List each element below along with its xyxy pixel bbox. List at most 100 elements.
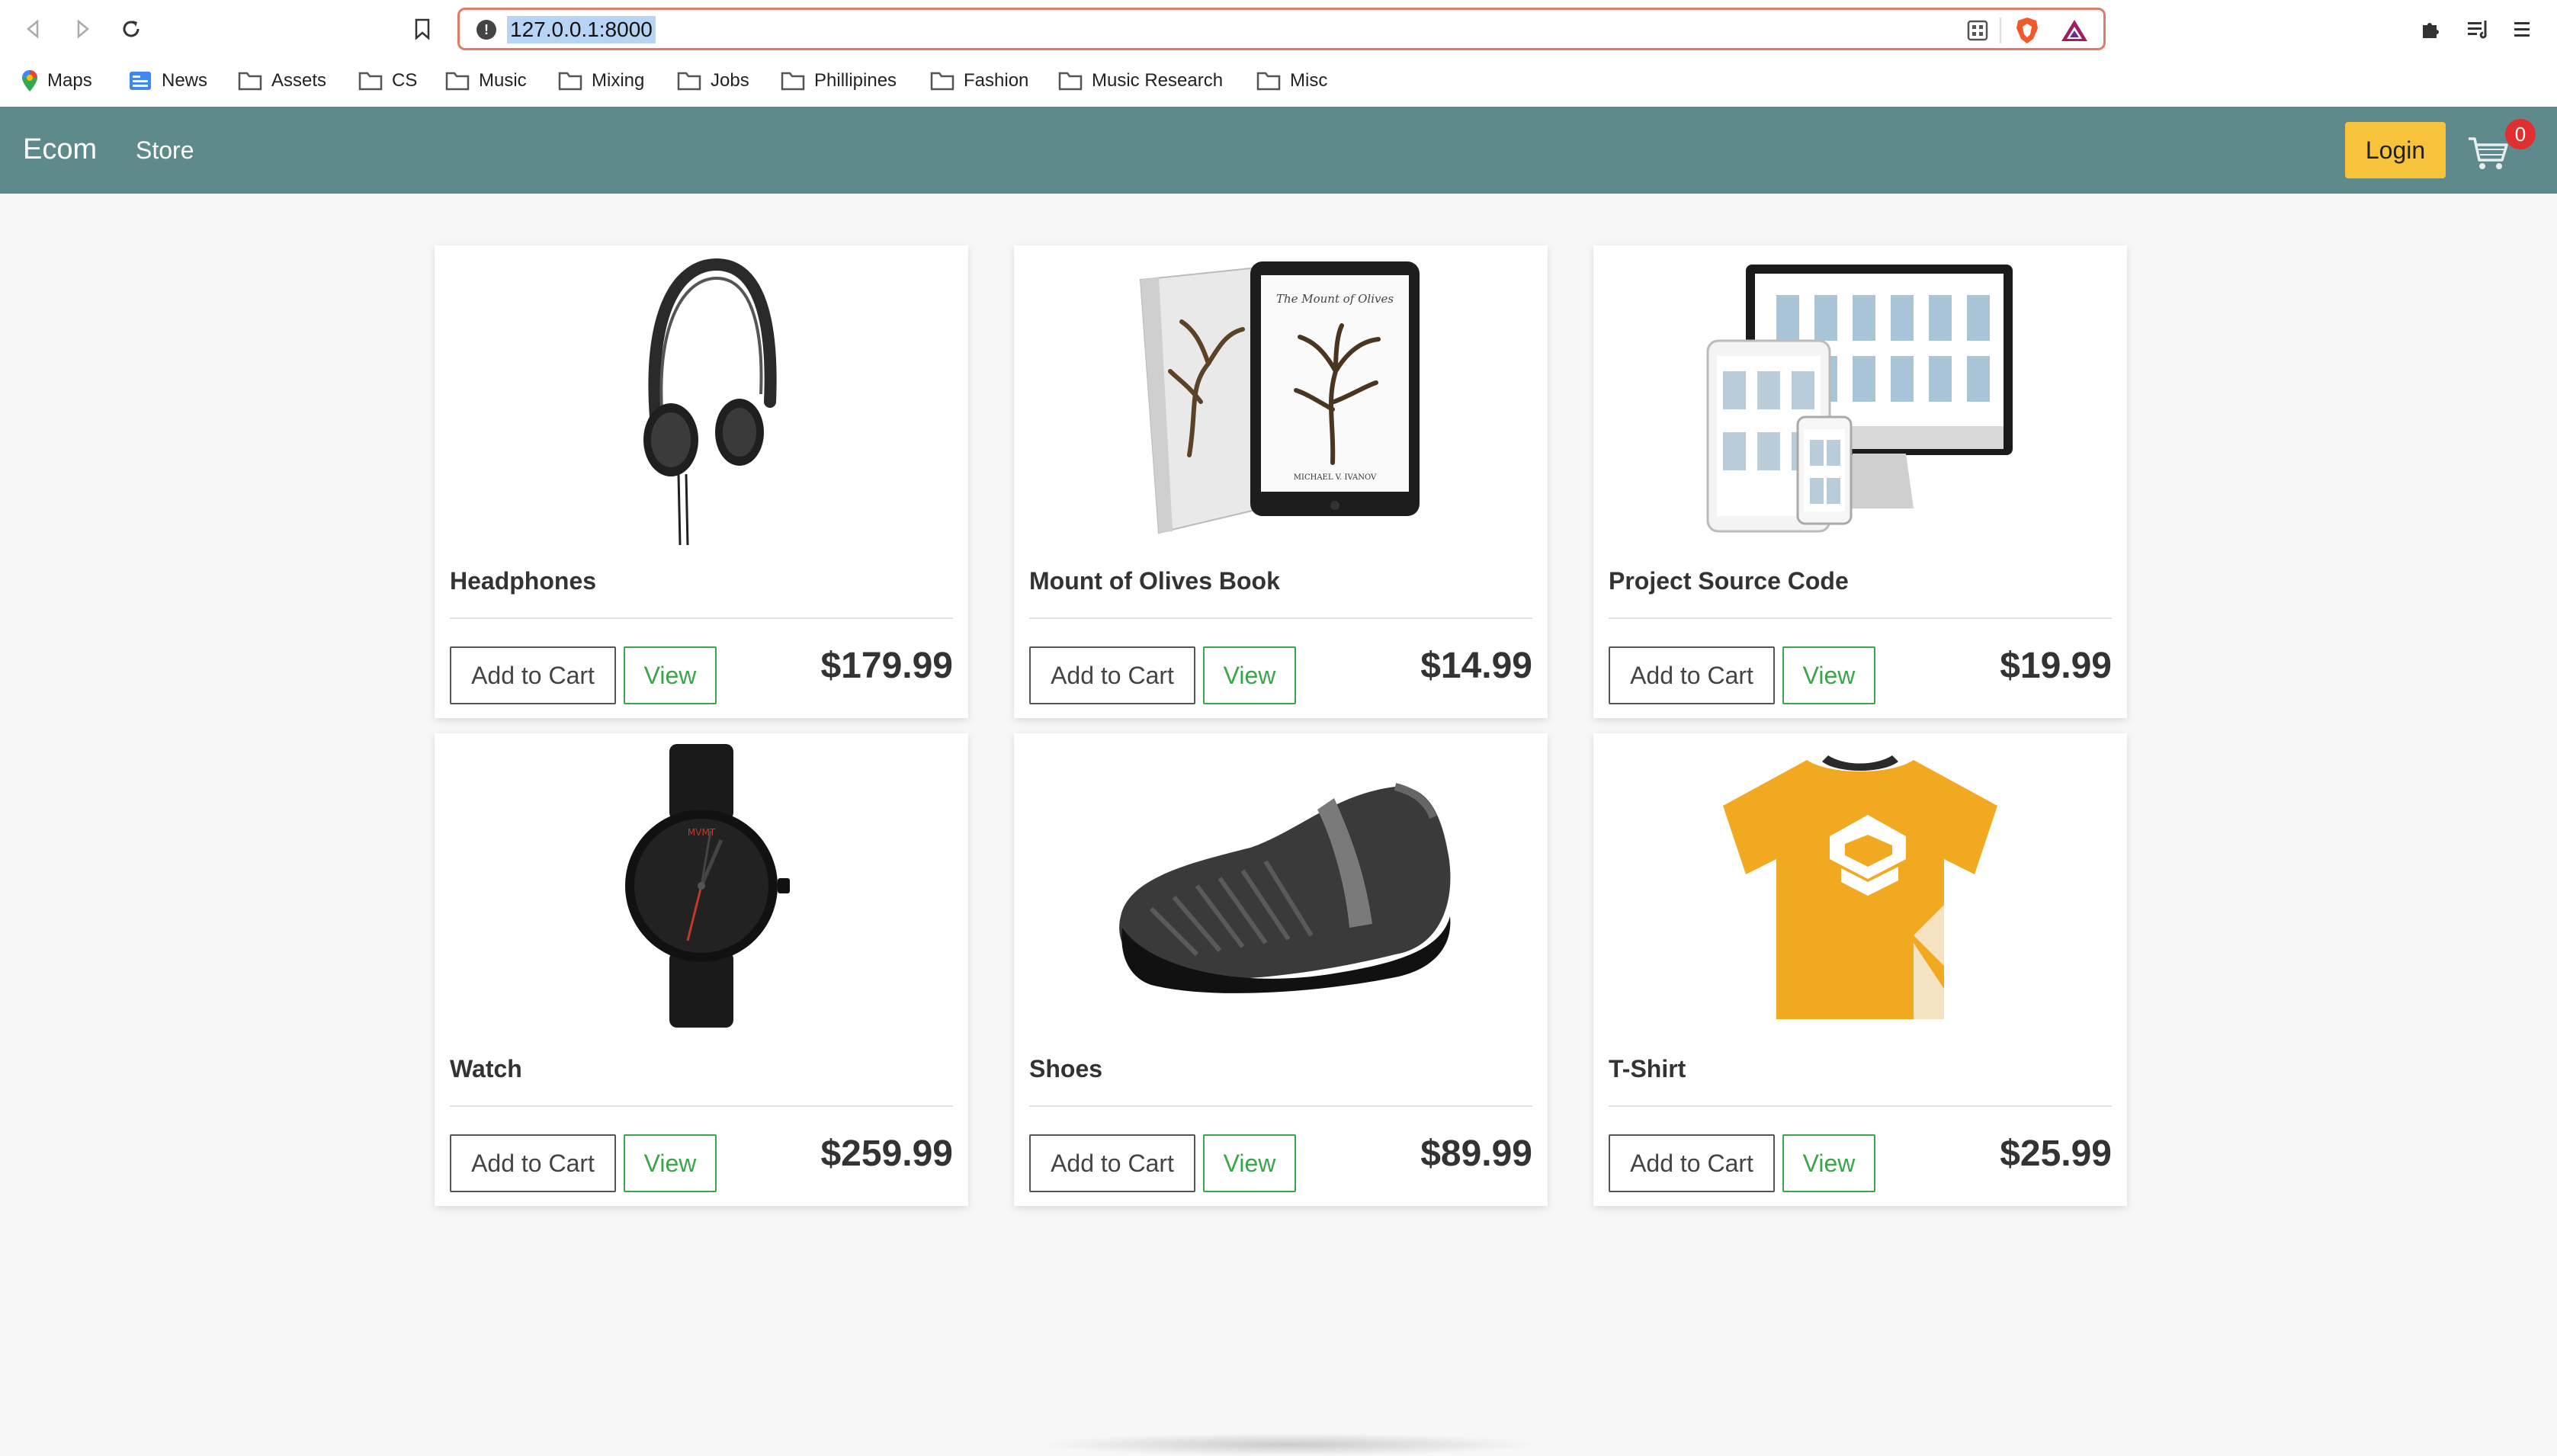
add-to-cart-button[interactable]: Add to Cart <box>450 646 616 704</box>
card-divider <box>1029 1105 1532 1107</box>
forward-button[interactable] <box>64 11 101 47</box>
product-image: The Mount of Olives MICHAEL V. IVANOV <box>1014 245 1548 550</box>
folder-icon <box>358 72 383 91</box>
tshirt-image <box>1723 755 1997 1019</box>
card-divider <box>450 1105 953 1107</box>
add-to-cart-button[interactable]: Add to Cart <box>1029 646 1195 704</box>
bookmark-label: News <box>162 70 208 91</box>
bookmark-mixing[interactable]: Mixing <box>558 66 644 96</box>
product-image <box>1593 733 2127 1038</box>
folder-icon <box>558 72 582 91</box>
forward-icon <box>77 19 89 39</box>
watch-brand-text: MVMT <box>688 827 716 838</box>
view-button[interactable]: View <box>1782 1134 1875 1192</box>
product-price: $89.99 <box>1420 1134 1532 1174</box>
bookmark-label: Music Research <box>1092 70 1224 91</box>
browser-toolbar: ! 127.0.0.1:8000 <box>0 0 2557 58</box>
book-cover-author: MICHAEL V. IVANOV <box>1294 473 1377 482</box>
media-playlist-button[interactable] <box>2462 14 2493 44</box>
brave-rewards-icon[interactable] <box>2059 18 2090 43</box>
product-price: $25.99 <box>2000 1134 2112 1174</box>
source-code-image <box>1706 265 2013 533</box>
product-card: Headphones Add to Cart View $179.99 <box>435 245 968 718</box>
add-to-cart-button[interactable]: Add to Cart <box>1029 1134 1195 1192</box>
bookmark-phillipines[interactable]: Phillipines <box>781 66 897 96</box>
shoes-image <box>1119 783 1451 993</box>
product-name[interactable]: Headphones <box>450 564 596 598</box>
playlist-icon <box>2468 21 2487 39</box>
view-button[interactable]: View <box>624 1134 717 1192</box>
add-to-cart-button[interactable]: Add to Cart <box>450 1134 616 1192</box>
store-link[interactable]: Store <box>136 133 194 168</box>
product-grid: Headphones Add to Cart View $179.99 The … <box>435 245 2127 1206</box>
reload-button[interactable] <box>113 11 149 47</box>
product-name[interactable]: Project Source Code <box>1609 564 1849 598</box>
bookmark-music[interactable]: Music <box>445 66 527 96</box>
bookmark-page-button[interactable] <box>404 11 441 47</box>
bookmark-fashion[interactable]: Fashion <box>930 66 1028 96</box>
add-to-cart-button[interactable]: Add to Cart <box>1609 1134 1775 1192</box>
browser-menu-button[interactable] <box>2507 14 2537 44</box>
back-icon <box>27 19 39 39</box>
view-button[interactable]: View <box>1203 646 1296 704</box>
product-price: $19.99 <box>2000 646 2112 686</box>
book-cover-title: The Mount of Olives <box>1276 292 1394 306</box>
view-button[interactable]: View <box>1782 646 1875 704</box>
product-name[interactable]: Mount of Olives Book <box>1029 564 1280 598</box>
product-name[interactable]: Watch <box>450 1052 522 1086</box>
bookmark-misc[interactable]: Misc <box>1256 66 1327 96</box>
product-card: Shoes Add to Cart View $89.99 <box>1014 733 1548 1206</box>
brave-shields-icon[interactable] <box>2013 16 2041 45</box>
folder-icon <box>930 72 954 91</box>
site-info-icon[interactable]: ! <box>476 20 496 40</box>
cart-count-badge: 0 <box>2505 119 2536 149</box>
brand-link[interactable]: Ecom <box>23 130 97 169</box>
product-name[interactable]: Shoes <box>1029 1052 1102 1086</box>
view-button[interactable]: View <box>1203 1134 1296 1192</box>
product-image <box>435 245 968 550</box>
puzzle-piece-icon <box>2423 23 2439 38</box>
product-image <box>1014 733 1548 1038</box>
login-button[interactable]: Login <box>2345 122 2446 178</box>
product-image: MVMT <box>435 733 968 1038</box>
bookmark-news[interactable]: News <box>128 66 207 96</box>
qr-code-icon[interactable] <box>1966 19 1989 42</box>
card-divider <box>1609 1105 2112 1107</box>
add-to-cart-button[interactable]: Add to Cart <box>1609 646 1775 704</box>
bookmark-label: Jobs <box>711 70 749 91</box>
product-price: $259.99 <box>820 1134 953 1174</box>
bookmark-label: Misc <box>1290 70 1328 91</box>
extensions-button[interactable] <box>2415 14 2446 44</box>
product-name[interactable]: T-Shirt <box>1609 1052 1686 1086</box>
folder-icon <box>238 72 262 91</box>
address-bar[interactable]: ! 127.0.0.1:8000 <box>457 8 2106 50</box>
folder-icon <box>1256 72 1281 91</box>
back-button[interactable] <box>15 11 52 47</box>
url-text[interactable]: 127.0.0.1:8000 <box>507 16 656 43</box>
folder-icon <box>677 72 701 91</box>
product-card: Project Source Code Add to Cart View $19… <box>1593 245 2127 718</box>
card-divider <box>1029 617 1532 619</box>
bookmark-maps[interactable]: Maps <box>21 66 92 96</box>
bookmark-music-research[interactable]: Music Research <box>1058 66 1223 96</box>
maps-icon <box>22 70 37 91</box>
folder-icon <box>1058 72 1083 91</box>
bookmark-label: Fashion <box>964 70 1029 91</box>
bookmark-label: Mixing <box>592 70 645 91</box>
cart-icon[interactable] <box>2467 134 2510 172</box>
folder-icon <box>445 72 470 91</box>
product-price: $14.99 <box>1420 646 1532 686</box>
bookmark-icon <box>415 18 430 40</box>
product-card: The Mount of Olives MICHAEL V. IVANOV Mo… <box>1014 245 1548 718</box>
product-card: MVMT Watch Add to Cart View $259.99 <box>435 733 968 1206</box>
headphones-image <box>643 258 777 546</box>
card-divider <box>450 617 953 619</box>
bookmark-label: Assets <box>271 70 327 91</box>
bookmark-jobs[interactable]: Jobs <box>677 66 749 96</box>
bookmark-assets[interactable]: Assets <box>238 66 326 96</box>
product-image <box>1593 245 2127 550</box>
omnibox-divider <box>2000 18 2001 43</box>
view-button[interactable]: View <box>624 646 717 704</box>
bookmark-cs[interactable]: CS <box>358 66 417 96</box>
bookmarks-bar: Maps News Assets CS Music Mixing Jobs Ph… <box>0 58 2557 107</box>
